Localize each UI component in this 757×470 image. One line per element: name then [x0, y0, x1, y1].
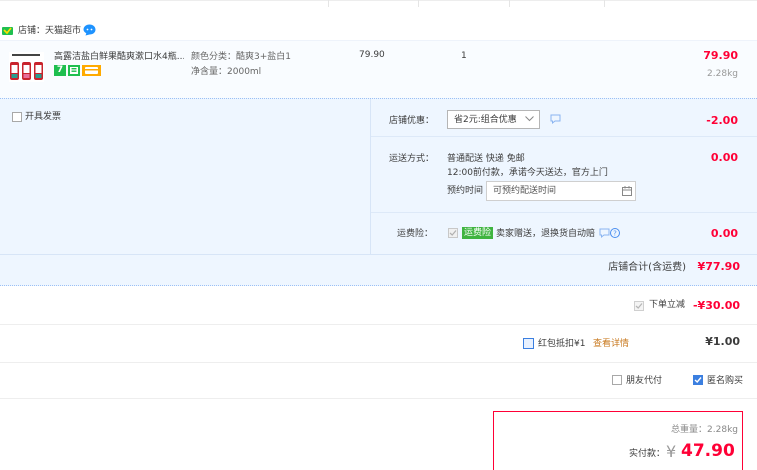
product-title[interactable]: 高露洁盐白鲜果酷爽漱口水4瓶...	[54, 51, 184, 63]
pay-amount: 47.90	[681, 441, 735, 461]
anonymous-checkbox[interactable]	[693, 375, 703, 385]
discount-selected-value: 省2元:组合优惠	[454, 115, 517, 125]
header-column-divider	[509, 0, 510, 7]
spec-label: 颜色分类：	[191, 52, 237, 62]
header-column-divider	[328, 0, 329, 7]
help-icon[interactable]: ?	[599, 227, 621, 239]
freight-insurance-label: 运费险：	[397, 229, 434, 239]
section-divider	[0, 324, 757, 325]
shipping-method: 普通配送 快递 免邮	[447, 154, 525, 164]
shipping-label: 运送方式：	[389, 154, 435, 164]
store-icon	[2, 27, 13, 35]
panel-divider	[371, 212, 757, 213]
header-top-border	[0, 0, 757, 1]
quantity: 1	[461, 51, 467, 61]
unit-price: 79.90	[359, 50, 385, 60]
item-subtotal: 79.90	[703, 49, 738, 62]
freight-insurance-checkbox[interactable]	[448, 228, 458, 238]
discount-select[interactable]: 省2元:组合优惠	[447, 110, 540, 129]
spec-value: 酷爽3+盐白1	[236, 52, 292, 62]
freight-insurance-text: 卖家赠送，退换货自动赔	[496, 229, 596, 239]
order-options-panel	[0, 98, 757, 286]
panel-divider	[0, 254, 757, 255]
discount-label: 店铺优惠：	[389, 116, 435, 126]
store-total-amount: ¥77.90	[697, 260, 740, 273]
store-name[interactable]: 店铺：天猫超市	[18, 25, 81, 37]
red-packet-label: 红包抵扣¥1	[538, 339, 586, 349]
freight-insurance-amount: 0.00	[710, 227, 738, 240]
product-spec: 颜色分类：酷爽3+盐白1	[191, 51, 291, 63]
appointment-label: 预约时间	[447, 186, 484, 196]
total-weight: 总重量：2.28kg	[671, 424, 738, 436]
section-divider	[0, 398, 757, 399]
service-badge-card-icon[interactable]	[82, 65, 101, 76]
payment-summary-box: 总重量：2.28kg 实付款： ¥ 47.90	[493, 411, 743, 470]
pay-label: 实付款：	[629, 449, 666, 459]
header-column-divider	[418, 0, 419, 7]
store-name-text[interactable]: 天猫超市	[45, 26, 81, 36]
red-packet-checkbox[interactable]	[523, 338, 534, 349]
service-badge-guarantee-icon[interactable]	[68, 65, 80, 76]
calendar-icon[interactable]	[622, 186, 632, 196]
discount-amount: -2.00	[706, 114, 738, 127]
total-weight-value: 2.28kg	[707, 425, 738, 435]
invoice-label[interactable]: 开具发票	[25, 111, 61, 123]
freight-insurance-tag: 运费险	[462, 227, 494, 239]
store-total-label: 店铺合计(含运费)	[608, 262, 686, 273]
appointment-placeholder: 可预约配送时间	[493, 186, 557, 196]
order-discount-amount: -¥30.00	[692, 299, 740, 312]
appointment-time-input[interactable]: 可预约配送时间	[486, 181, 636, 201]
invoice-checkbox[interactable]	[12, 112, 22, 122]
product-thumbnail[interactable]	[9, 52, 44, 82]
service-badge-seven-day[interactable]: 7	[54, 65, 66, 76]
header-column-divider	[604, 0, 605, 7]
shipping-promise: 12:00前付款，承诺今天送达，官方上门	[447, 168, 608, 178]
section-divider	[0, 362, 757, 363]
panel-divider	[371, 136, 757, 137]
red-packet-amount: ¥1.00	[705, 335, 740, 348]
product-volume: 净含量：2000ml	[191, 66, 261, 78]
red-packet-detail-link[interactable]: 查看详情	[593, 338, 629, 350]
volume-label: 净含量：	[191, 67, 228, 77]
svg-text:?: ?	[613, 230, 617, 238]
comment-icon[interactable]	[550, 114, 561, 124]
total-weight-label: 总重量：	[671, 425, 708, 435]
item-weight: 2.28kg	[707, 69, 738, 79]
store-label: 店铺：	[18, 26, 46, 36]
panel-column-divider	[370, 99, 371, 254]
friend-pay-label[interactable]: 朋友代付	[626, 375, 662, 387]
anonymous-label[interactable]: 匿名购买	[707, 375, 743, 387]
volume-value: 2000ml	[227, 67, 262, 77]
pay-currency: ¥	[666, 442, 677, 461]
shipping-amount: 0.00	[710, 151, 738, 164]
order-discount-checkbox[interactable]	[634, 301, 644, 311]
friend-pay-checkbox[interactable]	[612, 375, 622, 385]
chevron-down-icon	[525, 116, 534, 122]
wangwang-chat-icon[interactable]	[83, 24, 96, 36]
